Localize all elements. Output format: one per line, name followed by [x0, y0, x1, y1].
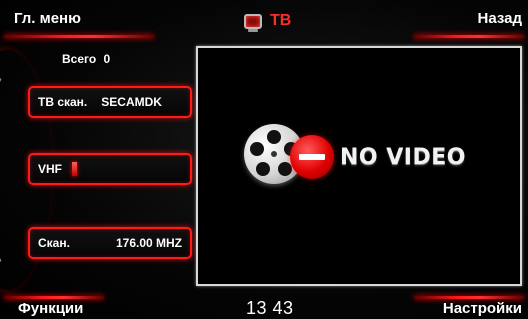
stop-icon: [290, 135, 334, 179]
clock: 13 43: [246, 298, 294, 318]
tv-scan-label: ТВ скан.: [38, 95, 88, 109]
vhf-label: VHF: [38, 162, 62, 176]
vhf-band-button[interactable]: VHF: [28, 153, 192, 185]
bottom-right-divider: [414, 296, 524, 299]
no-video-indicator: NO VIDEO: [244, 124, 466, 184]
bottom-left-divider: [4, 296, 104, 299]
scan-frequency-button[interactable]: Скан. 176.00 MHZ: [28, 227, 192, 259]
tv-scan-button[interactable]: ТВ скан. SECAMDK: [28, 86, 192, 118]
vhf-level-indicator: [72, 162, 77, 176]
scan-frequency-label: Скан.: [38, 236, 70, 250]
video-display[interactable]: NO VIDEO: [196, 46, 522, 286]
main-menu-button[interactable]: Гл. меню: [14, 10, 81, 27]
total-label: Всего: [62, 52, 97, 66]
page-title: ТВ: [270, 12, 292, 29]
page-title-group: ТВ: [244, 10, 291, 32]
top-left-divider: [4, 35, 154, 38]
tv-screen: Гл. меню ТВ Назад Всего 0 ТВ скан. SECAM…: [0, 0, 528, 319]
scan-frequency-value: 176.00 MHZ: [115, 236, 182, 250]
settings-button[interactable]: Настройки: [443, 300, 522, 317]
tv-icon: [244, 13, 262, 32]
back-button[interactable]: Назад: [478, 10, 522, 27]
total-count: 0: [103, 52, 111, 66]
tv-scan-standard: SECAMDK: [101, 95, 162, 109]
top-right-divider: [414, 35, 524, 38]
no-video-text: NO VIDEO: [340, 144, 466, 170]
functions-button[interactable]: Функции: [18, 300, 83, 317]
channel-total: Всего 0: [62, 52, 110, 66]
